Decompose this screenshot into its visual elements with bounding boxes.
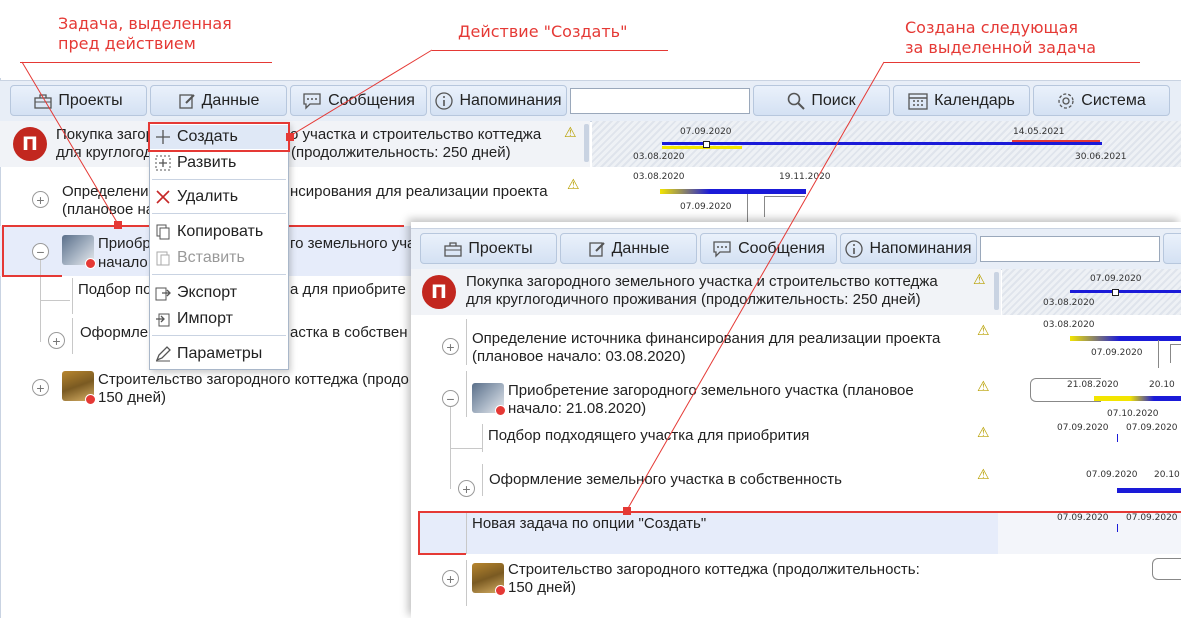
callout-leader-lines — [21, 49, 885, 511]
